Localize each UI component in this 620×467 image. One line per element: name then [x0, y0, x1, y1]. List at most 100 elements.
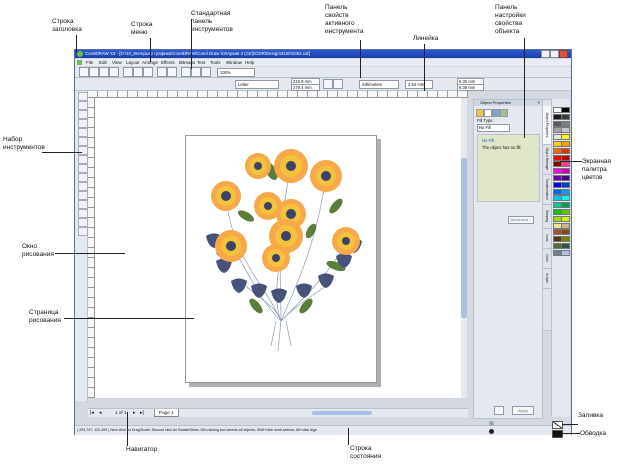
undo-icon[interactable]	[157, 67, 167, 77]
page-tab[interactable]: Page 1	[154, 409, 179, 417]
tab-shaping[interactable]: Shaping	[543, 204, 551, 229]
cut-icon[interactable]	[123, 67, 133, 77]
tab-object-properties[interactable]: Object Properties	[543, 106, 551, 145]
palette-swatch[interactable]	[561, 168, 570, 175]
palette-swatch[interactable]	[561, 161, 570, 168]
lock-icon[interactable]	[494, 406, 504, 415]
vertical-ruler[interactable]	[88, 98, 95, 398]
close-button[interactable]	[559, 50, 568, 58]
palette-swatch[interactable]	[561, 202, 570, 209]
export-icon[interactable]	[191, 67, 201, 77]
duplicate-y-field[interactable]: 6.35 mm	[457, 84, 484, 91]
menu-layout[interactable]: Layout	[126, 59, 140, 66]
basic-shapes-tool-icon[interactable]	[78, 173, 88, 182]
palette-swatch[interactable]	[561, 113, 570, 120]
leader-navigator	[127, 412, 128, 446]
menu-tools[interactable]: Tools	[210, 59, 221, 66]
menu-edit[interactable]: Edit	[99, 59, 107, 66]
polygon-tool-icon[interactable]	[78, 164, 88, 173]
palette-swatch[interactable]	[561, 236, 570, 243]
menu-help[interactable]: Help	[245, 59, 254, 66]
fill-type-select[interactable]: No Fill	[477, 124, 510, 132]
paste-icon[interactable]	[143, 67, 153, 77]
internet-tab-icon[interactable]	[500, 109, 508, 117]
palette-swatch[interactable]	[561, 120, 570, 127]
save-icon[interactable]	[99, 67, 109, 77]
menu-text[interactable]: Text	[197, 59, 205, 66]
next-page-icon[interactable]: ▸	[133, 409, 136, 417]
menu-effects[interactable]: Effects	[161, 59, 175, 66]
palette-swatch[interactable]	[561, 215, 570, 222]
palette-swatch[interactable]	[561, 195, 570, 202]
advanced-button[interactable]: Advanced...	[508, 216, 534, 224]
nudge-field[interactable]: 2.54 mm	[405, 80, 433, 89]
landscape-icon[interactable]	[333, 79, 343, 89]
prev-page-icon[interactable]: ◂	[99, 409, 102, 417]
docker-close-icon[interactable]: ×	[537, 100, 540, 106]
interactive-blend-tool-icon[interactable]	[78, 191, 88, 200]
vertical-scroll-thumb[interactable]	[461, 158, 467, 318]
menu-window[interactable]: Window	[226, 59, 242, 66]
palette-swatch[interactable]	[561, 127, 570, 134]
zoom-tool-icon[interactable]	[78, 119, 88, 128]
ellipse-tool-icon[interactable]	[78, 155, 88, 164]
tab-color[interactable]: Color	[543, 248, 551, 269]
palette-swatch[interactable]	[561, 175, 570, 181]
menu-bitmaps[interactable]: Bitmaps	[179, 59, 195, 66]
tab-scripts[interactable]: Scripts	[543, 268, 551, 289]
text-tool-icon[interactable]	[78, 182, 88, 191]
menu-file[interactable]: File	[86, 59, 93, 66]
tab-object-manager[interactable]: Object Manager	[543, 144, 551, 175]
zoom-select[interactable]: 100%	[217, 68, 255, 77]
eyedropper-tool-icon[interactable]	[78, 200, 88, 209]
vertical-scrollbar[interactable]	[461, 98, 467, 398]
new-icon[interactable]	[79, 67, 89, 77]
palette-swatch[interactable]	[561, 188, 570, 195]
palette-swatch[interactable]	[561, 249, 570, 256]
outline-tool-icon[interactable]	[78, 209, 88, 218]
palette-swatch[interactable]	[561, 134, 570, 141]
freehand-tool-icon[interactable]	[78, 128, 88, 137]
horizontal-ruler[interactable]	[88, 91, 468, 98]
redo-icon[interactable]	[167, 67, 177, 77]
palette-swatch[interactable]	[561, 222, 570, 229]
portrait-icon[interactable]	[323, 79, 333, 89]
palette-swatch[interactable]	[561, 229, 570, 236]
tab-lens[interactable]: Lens	[543, 228, 551, 249]
import-icon[interactable]	[181, 67, 191, 77]
last-page-icon[interactable]: ▸|	[140, 409, 144, 417]
palette-swatch[interactable]	[561, 141, 570, 147]
page-height-field[interactable]: 279.4 mm	[291, 84, 320, 91]
maximize-button[interactable]	[550, 50, 559, 58]
first-page-icon[interactable]: |◂	[90, 409, 94, 417]
units-select[interactable]: millimeters	[359, 80, 399, 89]
palette-swatch[interactable]	[561, 209, 570, 215]
general-tab-icon[interactable]	[492, 109, 500, 117]
shape-tool-icon[interactable]	[78, 101, 88, 110]
fill-tab-icon[interactable]	[476, 109, 484, 117]
palette-swatch[interactable]	[561, 181, 570, 188]
outline-tab-icon[interactable]	[484, 109, 492, 117]
tab-transformation[interactable]: Transformation	[543, 174, 551, 205]
paper-type-select[interactable]: Letter	[235, 80, 279, 89]
copy-icon[interactable]	[133, 67, 143, 77]
interactive-fill-tool-icon[interactable]	[78, 227, 88, 236]
fill-tool-icon[interactable]	[78, 218, 88, 227]
rectangle-tool-icon[interactable]	[78, 146, 88, 155]
apply-button[interactable]: Apply	[512, 406, 534, 415]
palette-swatch[interactable]	[561, 154, 570, 161]
pick-tool-icon[interactable]	[78, 92, 88, 101]
color-palette	[551, 99, 570, 417]
crop-tool-icon[interactable]	[78, 110, 88, 119]
application-launcher-icon[interactable]	[201, 67, 211, 77]
palette-swatch[interactable]	[561, 107, 570, 113]
print-icon[interactable]	[109, 67, 119, 77]
horizontal-scroll-thumb[interactable]	[312, 411, 372, 415]
palette-swatch[interactable]	[561, 243, 570, 249]
open-icon[interactable]	[89, 67, 99, 77]
smart-fill-tool-icon[interactable]	[78, 137, 88, 146]
minimize-button[interactable]	[541, 50, 550, 58]
palette-swatch[interactable]	[561, 147, 570, 154]
menu-view[interactable]: View	[112, 59, 122, 66]
drawing-page[interactable]	[185, 135, 377, 383]
